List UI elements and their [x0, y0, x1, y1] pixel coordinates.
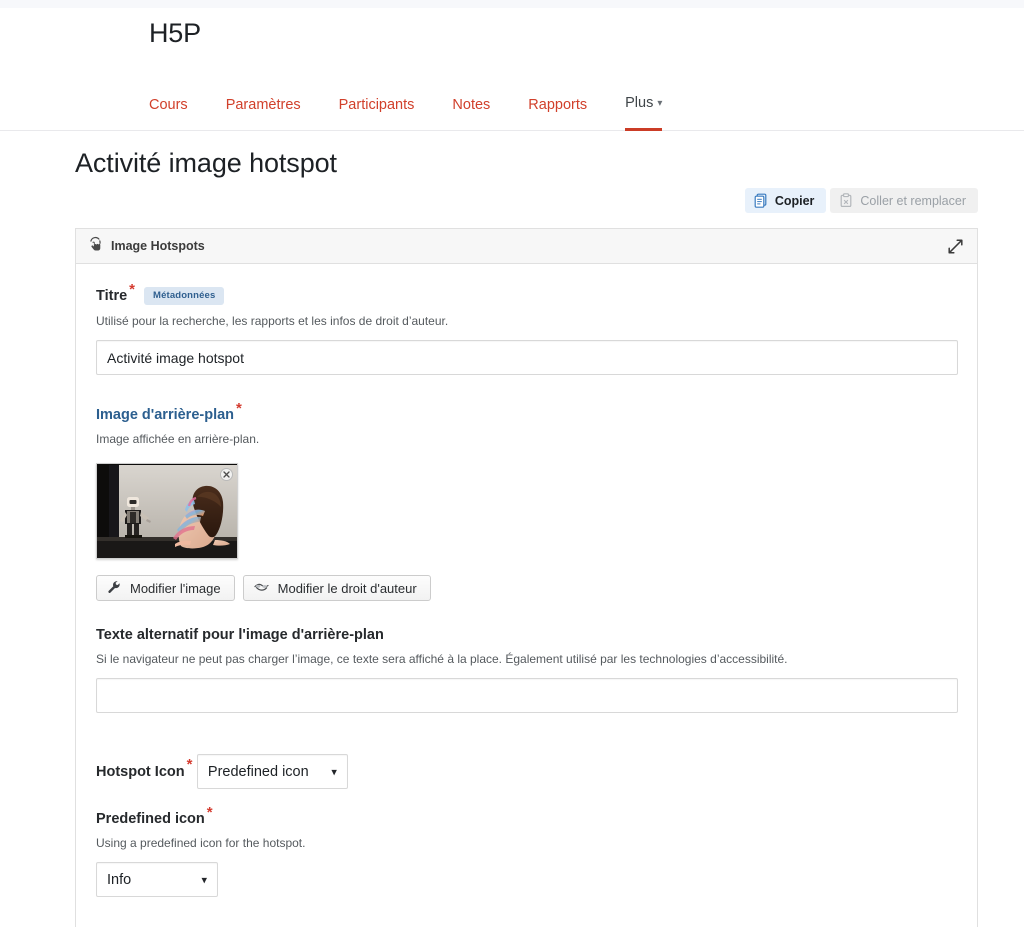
field-alt-text-label: Texte alternatif pour l'image d'arrière-…	[96, 627, 384, 643]
required-asterisk: *	[129, 280, 136, 298]
clipboard-copy-icon	[754, 193, 768, 208]
copy-button-label: Copier	[774, 193, 815, 208]
field-background-image-description: Image affichée en arrière-plan.	[96, 432, 260, 446]
hotspot-icon-select-wrap: Predefined icon ▾	[196, 754, 348, 789]
copyright-handshake-icon	[254, 580, 269, 597]
field-hotspot-icon-label: Hotspot Icon	[96, 763, 185, 780]
paste-replace-button[interactable]: Coller et remplacer	[830, 188, 978, 213]
field-background-image-label: Image d'arrière-plan	[96, 407, 235, 423]
editor-panel-title: Image Hotspots	[111, 239, 205, 253]
field-alt-text-description: Si le navigateur ne peut pas charger l’i…	[96, 652, 788, 666]
field-titre-description: Utilisé pour la recherche, les rapports …	[96, 314, 449, 328]
metadata-badge[interactable]: Métadonnées	[144, 287, 225, 305]
close-circle-icon[interactable]	[220, 468, 233, 481]
hotspot-icon	[88, 236, 103, 256]
expand-diagonal-icon[interactable]	[945, 236, 965, 256]
edit-copyright-button[interactable]: Modifier le droit d'auteur	[242, 575, 431, 601]
editor-panel-header: Image Hotspots	[76, 229, 977, 264]
nav-tab-rapports[interactable]: Rapports	[528, 98, 587, 131]
editor-panel-body: Titre * Métadonnées Utilisé pour la recher…	[76, 264, 977, 897]
nav-tab-parametres[interactable]: Paramètres	[226, 98, 301, 131]
top-strip	[0, 0, 1024, 8]
required-asterisk: *	[186, 756, 193, 774]
field-predefined-icon: Predefined icon * Using a predefined icon…	[96, 805, 957, 897]
field-predefined-icon-label: Predefined icon	[96, 811, 205, 827]
primary-nav: Cours Paramètres Participants Notes Rapp…	[149, 86, 663, 131]
paste-replace-button-label: Coller et remplacer	[860, 193, 966, 208]
field-titre: Titre * Métadonnées Utilisé pour la recher…	[96, 282, 958, 375]
nav-tab-cours[interactable]: Cours	[149, 98, 188, 131]
nav-tab-notes[interactable]: Notes	[452, 98, 490, 131]
nav-tab-label: Participants	[338, 97, 415, 113]
nav-tab-label: Notes	[452, 97, 491, 113]
page-brand-title: H5P	[149, 18, 201, 48]
title-input[interactable]	[96, 340, 958, 375]
background-image-thumbnail[interactable]	[96, 463, 238, 559]
edit-image-button[interactable]: Modifier l'image	[96, 575, 235, 601]
nav-tab-label: Paramètres	[225, 97, 301, 113]
clipboard-toolbar: Copier Coller et remplacer	[744, 188, 978, 213]
nav-tab-plus[interactable]: Plus ▾	[625, 95, 663, 131]
editor-panel: Image Hotspots Titre * Métadonnées Utilisé…	[75, 228, 978, 927]
hotspot-icon-select[interactable]: Predefined icon	[196, 754, 348, 789]
edit-copyright-button-label: Modifier le droit d'auteur	[277, 580, 417, 596]
predefined-icon-select[interactable]: Info	[96, 862, 218, 897]
thumbnail-artwork	[97, 464, 237, 558]
page-title: Activité image hotspot	[75, 148, 337, 178]
nav-tab-label: Rapports	[528, 97, 588, 113]
wrench-icon	[107, 580, 121, 597]
required-asterisk: *	[236, 399, 242, 417]
site-header: H5P Cours Paramètres Participants Notes …	[0, 8, 1024, 131]
edit-image-button-label: Modifier l'image	[130, 580, 221, 596]
field-hotspot-icon: Hotspot Icon * Predefined icon ▾	[96, 743, 957, 789]
required-asterisk: *	[206, 803, 213, 821]
field-alt-text: Texte alternatif pour l'image d'arrière-…	[96, 625, 958, 713]
nav-tab-label: Cours	[149, 97, 188, 113]
chevron-down-icon: ▾	[657, 98, 663, 109]
nav-tab-label: Plus	[625, 95, 654, 111]
alt-text-input[interactable]	[96, 678, 958, 713]
field-background-image: Image d'arrière-plan * Image affichée en …	[96, 401, 957, 601]
predefined-icon-select-wrap: Info ▾	[96, 862, 218, 897]
nav-tab-participants[interactable]: Participants	[339, 98, 415, 131]
field-titre-label: Titre	[96, 288, 128, 304]
clipboard-paste-icon	[839, 193, 853, 208]
image-action-buttons: Modifier l'image Modifier le droit d'aut…	[96, 575, 957, 601]
copy-button[interactable]: Copier	[744, 188, 827, 213]
page-root: H5P Cours Paramètres Participants Notes …	[0, 0, 1024, 927]
field-predefined-icon-description: Using a predefined icon for the hotspot.	[96, 836, 306, 850]
